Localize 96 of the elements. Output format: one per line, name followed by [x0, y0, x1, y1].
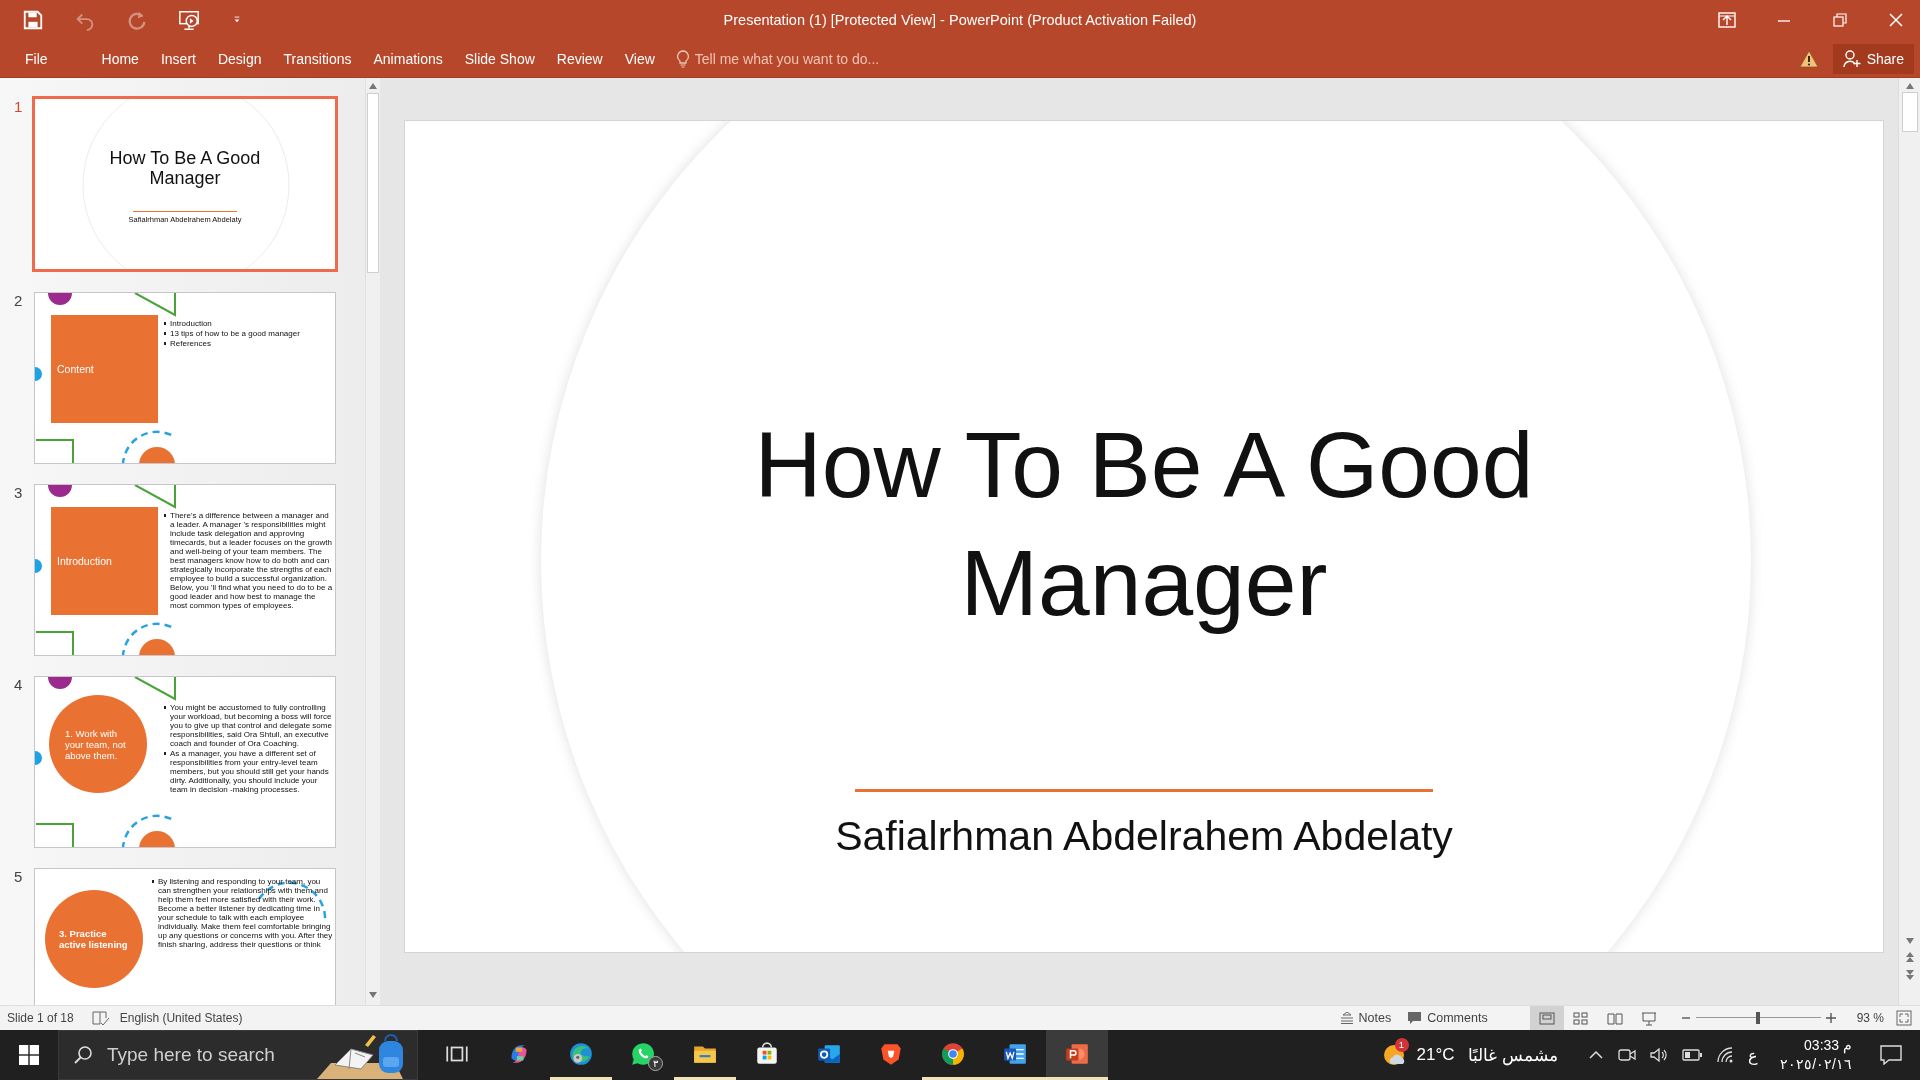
- corner-line-shape: [134, 485, 177, 509]
- clock-date: ٢٠٢٥/٠٢/١٦: [1780, 1055, 1852, 1074]
- ribbon-tab[interactable]: Design: [206, 44, 273, 73]
- lightbulb-icon: [675, 49, 690, 68]
- taskbar-button[interactable]: ٣: [612, 1030, 674, 1080]
- arc-and-half-circle-drawing: [121, 625, 177, 655]
- weather-condition: مشمس غالبًا: [1468, 1044, 1559, 1066]
- taskbar-button[interactable]: [1046, 1030, 1108, 1080]
- clock-time: 03:33 م: [1804, 1036, 1852, 1055]
- warning-icon: [1798, 49, 1819, 68]
- close-icon[interactable]: [1888, 12, 1904, 28]
- slide-thumbnail[interactable]: [34, 484, 336, 656]
- notification-badge: ٣: [648, 1056, 663, 1071]
- wave-icon: [568, 1040, 594, 1067]
- slideshow-icon[interactable]: [178, 9, 200, 31]
- arc-and-half-circle-drawing: [121, 817, 177, 847]
- save-icon[interactable]: [22, 9, 44, 31]
- shopping-bag-icon: [754, 1040, 780, 1067]
- share-person-icon: [1842, 49, 1861, 68]
- next-slide-icon[interactable]: [1904, 969, 1915, 981]
- slide-thumbnail[interactable]: [34, 868, 336, 1005]
- corner-line-shape: [35, 438, 75, 463]
- speaker-icon[interactable]: [1650, 1047, 1669, 1063]
- zoom-in-icon[interactable]: [1824, 1012, 1837, 1024]
- bullet-text: There's a difference between a manager and a leader. A manager 's responsibilities might include task delegation and approving timecards, but a leader focuses on the growth and well-being of your team members. The best managers know how to do both and can strategically incorporate the strengths of each employee to build a successful organization. Below, you 'll find what you need to do to be a good leader and how best to manage the most common types of employees.: [163, 511, 333, 610]
- scrollbar[interactable]: [1898, 78, 1920, 1005]
- slide-thumbnail[interactable]: [34, 676, 336, 848]
- scroll-down-icon[interactable]: [1904, 937, 1915, 945]
- corner-line-shape: [35, 822, 75, 847]
- windows-logo-icon: [19, 1045, 39, 1065]
- slider-thumb[interactable]: [1756, 1012, 1761, 1024]
- notification-badge: 1: [1394, 1038, 1409, 1052]
- normal-view-icon: [1537, 1009, 1556, 1027]
- corner-line-shape: [134, 293, 177, 317]
- comment-icon: [1407, 1011, 1423, 1025]
- scrollbar[interactable]: [365, 78, 380, 1005]
- scroll-down-icon[interactable]: [368, 991, 378, 999]
- slide-sorter-icon: [1571, 1009, 1590, 1027]
- bullet-text: You might be accustomed to fully controlling your workload, but becoming a boss will force you to give up that control and delegate some responsibilities, said Ora Shtull, an executive coach and founder of Ora Coaching.: [163, 703, 333, 748]
- slide-number: 3: [13, 484, 24, 501]
- slide-number: 2: [13, 292, 24, 309]
- chat-bubble-icon: [630, 1040, 656, 1067]
- input-language[interactable]: ع: [1748, 1045, 1759, 1065]
- zoom-level[interactable]: 93 %: [1856, 1011, 1884, 1025]
- projector-screen-icon: [1639, 1009, 1658, 1027]
- share-button[interactable]: Share: [1832, 43, 1914, 74]
- slide-number: 4: [13, 676, 24, 693]
- corner-line-shape: [134, 677, 177, 701]
- ribbon-tab[interactable]: File: [0, 44, 59, 73]
- notes-icon: [1339, 1012, 1354, 1024]
- wheel-icon: [940, 1040, 966, 1067]
- clock-button[interactable]: 03:33 م ٢٠٢٥/٠٢/١٦: [1780, 1036, 1852, 1074]
- ribbon-tab[interactable]: Slide Show: [453, 44, 546, 73]
- battery-icon[interactable]: [1682, 1049, 1703, 1061]
- bullet-text: By listening and responding to your team, you can strengthen your relationships with them and help them feel more satisfied with their work. Become a better listener by dedicating time in your schedule to talk with each employee individually. Make them feel comfortable bringing up any questions or concerns with you. After they finish sharing, address their questions or think: [151, 877, 333, 949]
- comments-button[interactable]: Comments: [1399, 1006, 1496, 1030]
- ribbon-tab[interactable]: Transitions: [272, 44, 363, 73]
- arc-and-half-circle-drawing: [121, 433, 177, 463]
- spell-check-icon[interactable]: [91, 1010, 110, 1026]
- search-icon: [73, 1045, 93, 1065]
- ribbon-tab[interactable]: Animations: [362, 44, 454, 73]
- slide-thumbnail[interactable]: Content Introduction 13 tips of how to be a good manager References: [34, 292, 336, 464]
- section-heading-box: Content: [51, 315, 158, 423]
- scrollbar-thumb[interactable]: [1901, 92, 1918, 132]
- scroll-up-icon[interactable]: [1904, 82, 1915, 90]
- window-title: Presentation (1) [Protected View] - PowerPoint (Product Activation Failed): [723, 12, 1197, 28]
- wifi-icon[interactable]: [1716, 1047, 1735, 1063]
- section-heading-box: Introduction: [51, 507, 158, 615]
- heading-circle: 1. Work with your team, not above them.: [49, 695, 147, 793]
- slide-counter: Slide 1 of 18: [7, 1011, 74, 1025]
- heading-circle: 3. Practice active listening: [45, 890, 143, 988]
- slide-number: 1: [13, 98, 24, 115]
- scroll-up-icon[interactable]: [368, 82, 378, 90]
- slide-title: How To Be A Good Manager: [753, 412, 1535, 637]
- slide-subtitle: Safialrhman Abdelrahem Abdelaty: [835, 812, 1453, 860]
- search-field[interactable]: Type here to search: [107, 1044, 287, 1066]
- ribbon-tab[interactable]: View: [613, 44, 666, 73]
- ribbon-tab[interactable]: Insert: [149, 44, 207, 73]
- previous-slide-icon[interactable]: [1904, 951, 1915, 963]
- ribbon-tab[interactable]: Review: [545, 44, 614, 73]
- temperature-text: 21°C: [1416, 1045, 1455, 1065]
- slide-number: 5: [13, 868, 24, 885]
- ribbon-tab[interactable]: Home: [90, 44, 150, 73]
- zoom-slider[interactable]: [1695, 1011, 1821, 1025]
- fit-slide-icon[interactable]: [1896, 1010, 1912, 1026]
- view-button[interactable]: [1529, 1006, 1564, 1030]
- language-label[interactable]: English (United States): [119, 1011, 243, 1025]
- notification-icon[interactable]: [1880, 1045, 1902, 1065]
- restore-icon[interactable]: [1832, 12, 1848, 28]
- thumbnail-title: How To Be A Good Manager: [108, 148, 262, 188]
- scrollbar-thumb[interactable]: [367, 93, 379, 273]
- notes-button[interactable]: Notes: [1331, 1006, 1400, 1030]
- tell-me-field[interactable]: Tell me what you want to do...: [694, 50, 935, 67]
- ribbon-display-icon[interactable]: [1718, 12, 1736, 28]
- corner-line-shape: [35, 630, 75, 655]
- camera-icon[interactable]: [1618, 1047, 1637, 1063]
